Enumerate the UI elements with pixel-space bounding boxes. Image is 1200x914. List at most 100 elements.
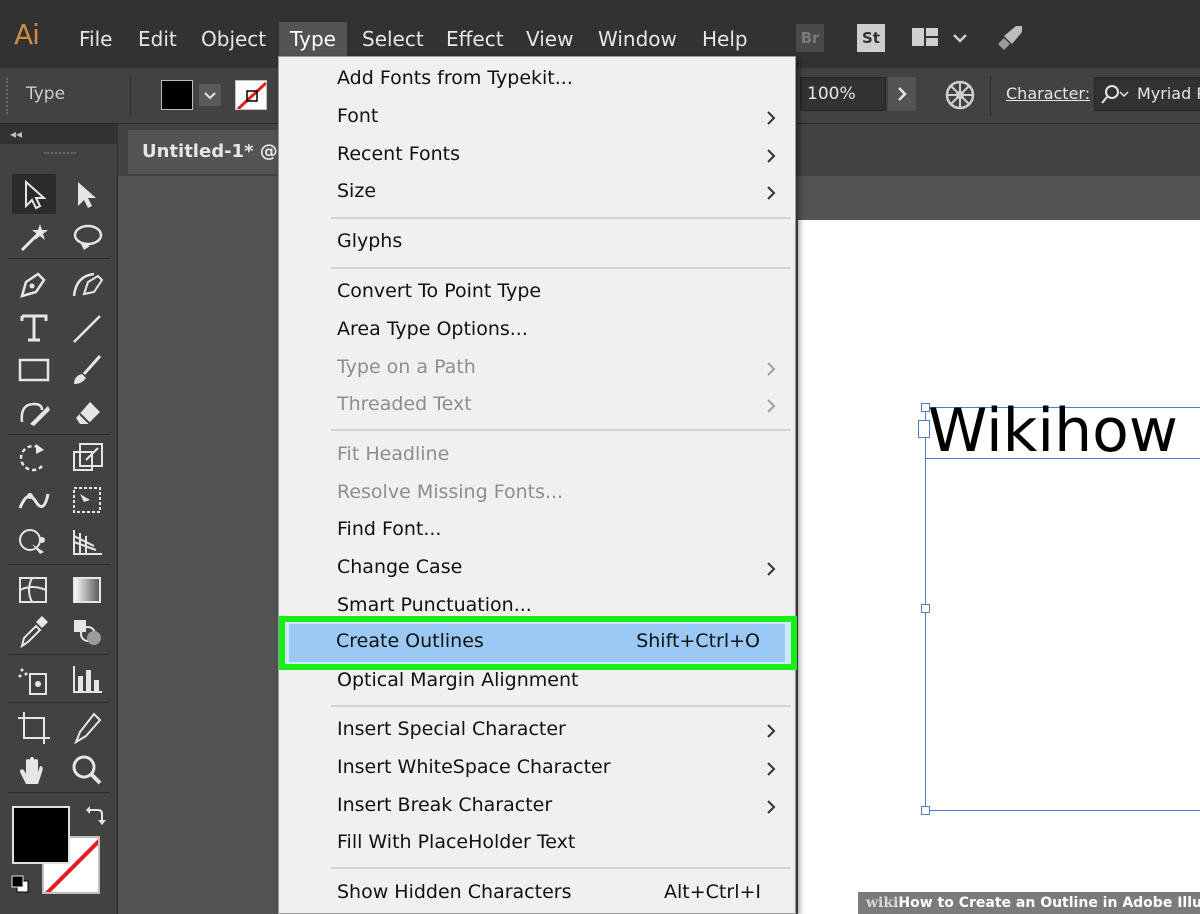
slice-tool-icon[interactable] (66, 708, 110, 748)
hand-tool-icon[interactable] (12, 750, 56, 790)
selection-handle[interactable] (921, 604, 930, 613)
zoom-tool-icon[interactable] (66, 750, 110, 790)
fill-color-box[interactable] (12, 806, 70, 864)
tools-divider (8, 258, 110, 259)
default-colors-icon[interactable] (10, 874, 30, 894)
paintbrush-tool-icon[interactable] (66, 350, 110, 390)
character-panel-link[interactable]: Character: (1006, 84, 1090, 103)
column-graph-tool-icon[interactable] (66, 660, 110, 700)
eraser-tool-icon[interactable] (66, 392, 110, 432)
menu-file[interactable]: File (68, 22, 123, 56)
rocket-icon[interactable] (994, 22, 1026, 54)
stroke-color-swatch[interactable] (235, 80, 267, 110)
artboard-tool-icon[interactable] (12, 708, 56, 748)
menu-help[interactable]: Help (691, 22, 759, 56)
menu-type[interactable]: Type (279, 22, 347, 56)
menu-item-show-hidden-characters[interactable]: Show Hidden Characters Alt+Ctrl+I (279, 875, 797, 913)
mesh-tool-icon[interactable] (12, 570, 56, 610)
line-segment-tool-icon[interactable] (66, 308, 110, 348)
rotate-tool-icon[interactable] (12, 438, 56, 478)
direct-selection-tool-icon[interactable] (66, 174, 110, 214)
none-slash-icon (236, 81, 266, 109)
menu-item-add-fonts-typekit[interactable]: Add Fonts from Typekit... (279, 61, 797, 99)
stock-button[interactable]: St (857, 24, 885, 52)
tools-panel-grip[interactable] (44, 152, 76, 156)
control-bar-divider (130, 76, 131, 116)
menu-item-type-on-a-path: Type on a Path (279, 350, 797, 388)
menu-item-find-font[interactable]: Find Font... (279, 512, 797, 550)
menu-item-threaded-text: Threaded Text (279, 387, 797, 425)
chevron-right-icon (767, 800, 776, 814)
scale-tool-icon[interactable] (66, 438, 110, 478)
tools-divider (8, 702, 110, 703)
chevron-down-icon[interactable] (199, 84, 221, 106)
menu-item-insert-whitespace-character[interactable]: Insert WhiteSpace Character (279, 750, 797, 788)
menu-view[interactable]: View (515, 22, 584, 56)
chevron-right-icon (767, 399, 776, 413)
chevron-right-icon (767, 149, 776, 163)
rectangle-tool-icon[interactable] (12, 350, 56, 390)
menu-item-size[interactable]: Size (279, 174, 797, 212)
bridge-button[interactable]: Br (796, 24, 824, 52)
menu-select[interactable]: Select (351, 22, 435, 56)
menu-item-create-outlines[interactable]: Create Outlines Shift+Ctrl+O (289, 624, 785, 662)
width-tool-icon[interactable] (12, 480, 56, 520)
swap-colors-icon[interactable] (84, 804, 106, 826)
menu-item-fit-headline: Fit Headline (337, 443, 450, 465)
curvature-tool-icon[interactable] (66, 264, 110, 304)
chevron-right-icon (767, 562, 776, 576)
lasso-tool-icon[interactable] (66, 218, 110, 258)
tools-divider (8, 654, 110, 655)
menu-separator (331, 217, 791, 219)
watermark: wikiHow to Create an Outline in Adobe Il… (858, 892, 1200, 914)
menu-item-font[interactable]: Font (279, 99, 797, 137)
menu-edit[interactable]: Edit (127, 22, 188, 56)
shaper-tool-icon[interactable] (12, 392, 56, 432)
menu-item-resolve-missing-fonts: Resolve Missing Fonts... (337, 481, 564, 503)
headline-text[interactable]: Wikihow (928, 396, 1178, 466)
menu-item-recent-fonts[interactable]: Recent Fonts (279, 137, 797, 175)
workspace-switcher-icon[interactable] (912, 26, 972, 50)
type-menu-dropdown: Add Fonts from Typekit... Font Recent Fo… (278, 56, 796, 914)
search-icon[interactable] (1100, 83, 1130, 105)
fill-color-swatch[interactable] (161, 80, 193, 110)
menu-item-fill-with-placeholder-text[interactable]: Fill With PlaceHolder Text (279, 825, 797, 863)
collapse-panel-button[interactable]: ◂◂ (0, 124, 118, 144)
magic-wand-tool-icon[interactable] (12, 218, 56, 258)
selection-handle[interactable] (921, 806, 930, 815)
pen-tool-icon[interactable] (12, 264, 56, 304)
gradient-tool-icon[interactable] (66, 570, 110, 610)
opacity-field[interactable]: 100% (800, 77, 886, 111)
control-bar-grip[interactable] (6, 78, 10, 114)
type-tool-icon[interactable] (12, 308, 56, 348)
menu-separator (331, 267, 791, 269)
control-bar-label: Type (26, 84, 66, 104)
selection-tool-icon[interactable] (12, 174, 56, 214)
shape-builder-tool-icon[interactable] (12, 522, 56, 562)
menu-separator (331, 867, 791, 869)
menu-object[interactable]: Object (190, 22, 277, 56)
blend-tool-icon[interactable] (66, 612, 110, 652)
menu-item-convert-to-point-type[interactable]: Convert To Point Type (279, 274, 797, 312)
symbol-sprayer-tool-icon[interactable] (12, 660, 56, 700)
menu-item-insert-break-character[interactable]: Insert Break Character (279, 788, 797, 826)
menu-item-area-type-options[interactable]: Area Type Options... (279, 312, 797, 350)
perspective-grid-tool-icon[interactable] (66, 522, 110, 562)
menu-effect[interactable]: Effect (435, 22, 515, 56)
menu-item-insert-special-character[interactable]: Insert Special Character (279, 712, 797, 750)
menu-separator (331, 429, 791, 431)
menu-item-change-case[interactable]: Change Case (279, 550, 797, 588)
chevron-right-icon[interactable] (888, 77, 916, 111)
eyedropper-tool-icon[interactable] (12, 612, 56, 652)
chevron-right-icon (767, 111, 776, 125)
control-bar-divider (990, 76, 991, 116)
area-text-frame[interactable] (925, 407, 1200, 811)
menu-item-glyphs[interactable]: Glyphs (279, 224, 797, 262)
menu-window[interactable]: Window (587, 22, 688, 56)
tools-divider (8, 564, 110, 565)
app-logo: Ai (14, 18, 40, 51)
tools-divider (8, 434, 110, 435)
chevron-right-icon (767, 724, 776, 738)
free-transform-tool-icon[interactable] (66, 480, 110, 520)
recolor-icon[interactable] (944, 79, 976, 111)
